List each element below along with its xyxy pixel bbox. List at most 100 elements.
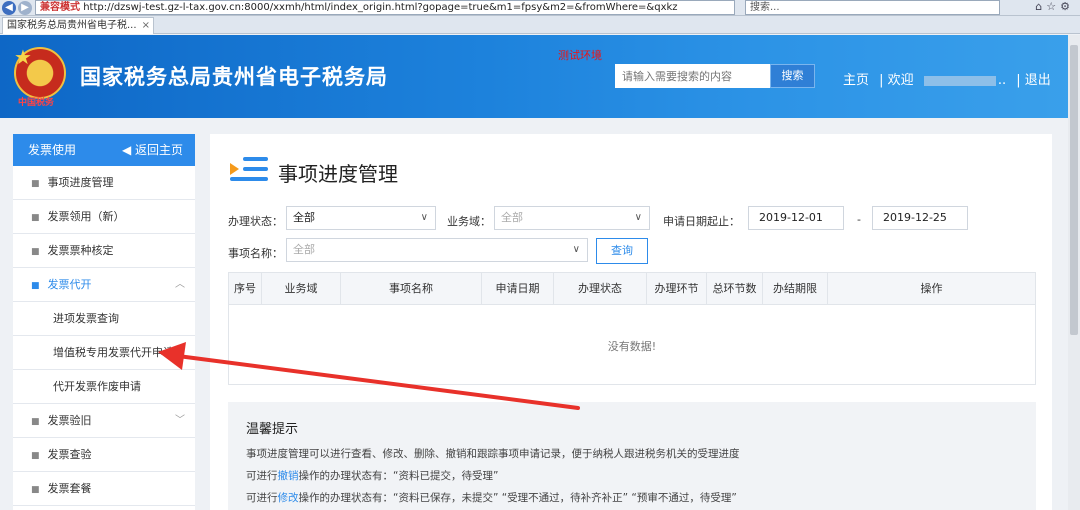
tip-line-2-suffix: 操作的办理状态有：“资料已提交，待受理” [298,470,499,482]
item-name-select[interactable]: 全部 ∨ [286,238,588,262]
back-icon[interactable]: ◀ [2,1,16,15]
username-redacted [923,75,996,86]
sidebar-item-label: 发票套餐 [47,482,92,495]
status-label: 办理状态： [228,215,283,228]
logout-link[interactable]: | 退出 [1016,73,1051,88]
tab-title: 国家税务总局贵州省电子税... [7,20,137,31]
col-apply-date: 申请日期 [482,273,554,304]
progress-table: 序号 业务域 事项名称 申请日期 办理状态 办理环节 总环节数 办结期限 操作 … [228,272,1036,385]
browser-tools[interactable]: ⌂☆⚙ [1035,0,1074,13]
chevron-down-icon: ﹀ [175,415,185,426]
back-arrow-icon: ◀ [121,143,135,157]
tip-line-1: 事项进度管理可以进行查看、修改、删除、撤销和跟踪事项申请记录，便于纳税人跟进税务… [246,448,740,460]
sidebar-item-label: 发票领用（新） [47,210,125,223]
sidebar-item-invoice-issue[interactable]: ■ 发票代开 ︿ [13,268,195,302]
domain-label: 业务域： [447,215,491,228]
bullet-icon: ■ [31,451,40,461]
address-bar[interactable]: 兼容模式 http://dzswj-test.gz-l-tax.gov.cn:8… [35,0,735,15]
tip-line-3: 可进行修改操作的办理状态有：“资料已保存，未提交” “受理不通过，待补齐补正” … [246,490,737,505]
browser-search-input[interactable]: 搜索... [745,0,1000,15]
browser-tab[interactable]: 国家税务总局贵州省电子税... × [2,17,154,34]
sidebar: 发票使用 ◀ 返回主页 ■ 事项进度管理 ■ 发票领用（新） ■ 发票票种核定 ■ 发票… [13,134,195,510]
close-icon[interactable]: × [142,18,150,33]
search-button[interactable]: 搜索 [770,64,815,88]
sidebar-item-label: 发票验旧 [47,414,92,427]
date-separator: - [857,213,861,226]
date-range-label: 申请日期起止： [663,215,740,228]
star-icon: ★ [14,45,32,69]
tab-strip: 国家税务总局贵州省电子税... × [0,16,1080,34]
bullet-icon: ■ [31,247,40,257]
forward-icon[interactable]: ▶ [18,1,32,15]
main-panel: 事项进度管理 办理状态： 全部 ∨ 业务域： 全部 ∨ 申请日期起止： 2019-1… [210,134,1052,510]
sidebar-subitem-void-issue[interactable]: 代开发票作废申请 [13,370,195,404]
chevron-down-icon: ∨ [634,212,642,223]
emblem-caption: 中国税务 [18,98,55,108]
search-input[interactable] [615,64,770,88]
cancel-link[interactable]: 撤销 [278,470,299,482]
sidebar-item-label: 发票查验 [47,448,92,461]
date-end-input[interactable]: 2019-12-25 [872,206,968,230]
site-header: ★ 中国税务 国家税务总局贵州省电子税务局 测试环境 搜索 主页 | 欢迎 ..… [0,35,1080,118]
gear-icon[interactable]: ⚙ [1060,0,1074,13]
sidebar-item-label: 发票代开 [47,278,92,291]
compat-mode-badge[interactable]: 兼容模式 [40,2,80,13]
sidebar-subitem-vat-special-issue[interactable]: 增值税专用发票代开申请 [13,336,195,370]
col-deadline: 办结期限 [763,273,828,304]
sidebar-heading: 发票使用 [28,143,77,157]
tip-line-3-suffix: 操作的办理状态有：“资料已保存，未提交” “受理不通过，待补齐补正” “预审不通… [298,492,737,504]
sidebar-subitem-input-invoice-query[interactable]: 进项发票查询 [13,302,195,336]
tip-line-3-prefix: 可进行 [246,492,278,504]
sidebar-item-invoice-type[interactable]: ■ 发票票种核定 [13,234,195,268]
col-domain: 业务域 [262,273,341,304]
col-actions: 操作 [920,282,943,295]
empty-state-text: 没有数据! [607,340,657,353]
sidebar-item-invoice-check[interactable]: ■ 发票查验 [13,438,195,472]
sidebar-item-progress[interactable]: ■ 事项进度管理 [13,166,195,200]
header-links: 主页 | 欢迎 .. | 退出 [843,69,1057,88]
home-link[interactable]: 主页 [843,73,869,88]
back-home-button[interactable]: ◀ 返回主页 [122,134,183,166]
welcome-text: | 欢迎 [879,73,914,88]
scrollbar-thumb[interactable] [1070,45,1078,335]
bullet-icon: ■ [31,281,40,291]
modify-link[interactable]: 修改 [278,492,299,504]
bullet-icon: ■ [31,213,40,223]
col-total-stages: 总环节数 [707,273,763,304]
status-select[interactable]: 全部 ∨ [286,206,436,230]
item-name-label: 事项名称： [228,247,283,260]
tip-line-2-prefix: 可进行 [246,470,278,482]
page-scrollbar[interactable] [1068,35,1080,510]
chevron-down-icon: ∨ [572,244,580,255]
query-button[interactable]: 查询 [596,238,648,264]
username-ellipsis: .. [997,73,1007,88]
star-icon[interactable]: ☆ [1046,0,1060,13]
tips-panel: 温馨提示 事项进度管理可以进行查看、修改、删除、撤销和跟踪事项申请记录，便于纳税… [228,402,1036,510]
col-stage: 办理环节 [647,273,707,304]
page-title: 事项进度管理 [278,162,398,186]
col-status: 办理状态 [554,273,647,304]
bullet-icon: ■ [31,485,40,495]
col-item-name: 事项名称 [341,273,482,304]
sidebar-item-invoice-verify-old[interactable]: ■ 发票验旧 ﹀ [13,404,195,438]
home-icon[interactable]: ⌂ [1035,0,1046,13]
table-header: 序号 业务域 事项名称 申请日期 办理状态 办理环节 总环节数 办结期限 操作 [229,273,1035,305]
status-value: 全部 [293,211,315,224]
address-text: http://dzswj-test.gz-l-tax.gov.cn:8000/x… [83,2,678,13]
sidebar-item-label: 发票票种核定 [47,244,114,257]
chevron-down-icon: ∨ [420,212,428,223]
date-start-input[interactable]: 2019-12-01 [748,206,844,230]
item-name-placeholder: 全部 [293,243,315,256]
tip-line-2: 可进行撤销操作的办理状态有：“资料已提交，待受理” [246,468,498,483]
tips-title: 温馨提示 [246,422,299,437]
domain-select[interactable]: 全部 ∨ [494,206,650,230]
bullet-icon: ■ [31,417,40,427]
site-title: 国家税务总局贵州省电子税务局 [80,65,388,89]
domain-placeholder: 全部 [501,211,523,224]
chevron-up-icon: ︿ [175,279,185,290]
bullet-icon: ■ [31,179,40,189]
sidebar-header: 发票使用 ◀ 返回主页 [13,134,195,166]
browser-toolbar: ◀ ▶ 兼容模式 http://dzswj-test.gz-l-tax.gov.… [0,0,1080,16]
sidebar-item-invoice-receive[interactable]: ■ 发票领用（新） [13,200,195,234]
sidebar-item-invoice-package[interactable]: ■ 发票套餐 [13,472,195,506]
